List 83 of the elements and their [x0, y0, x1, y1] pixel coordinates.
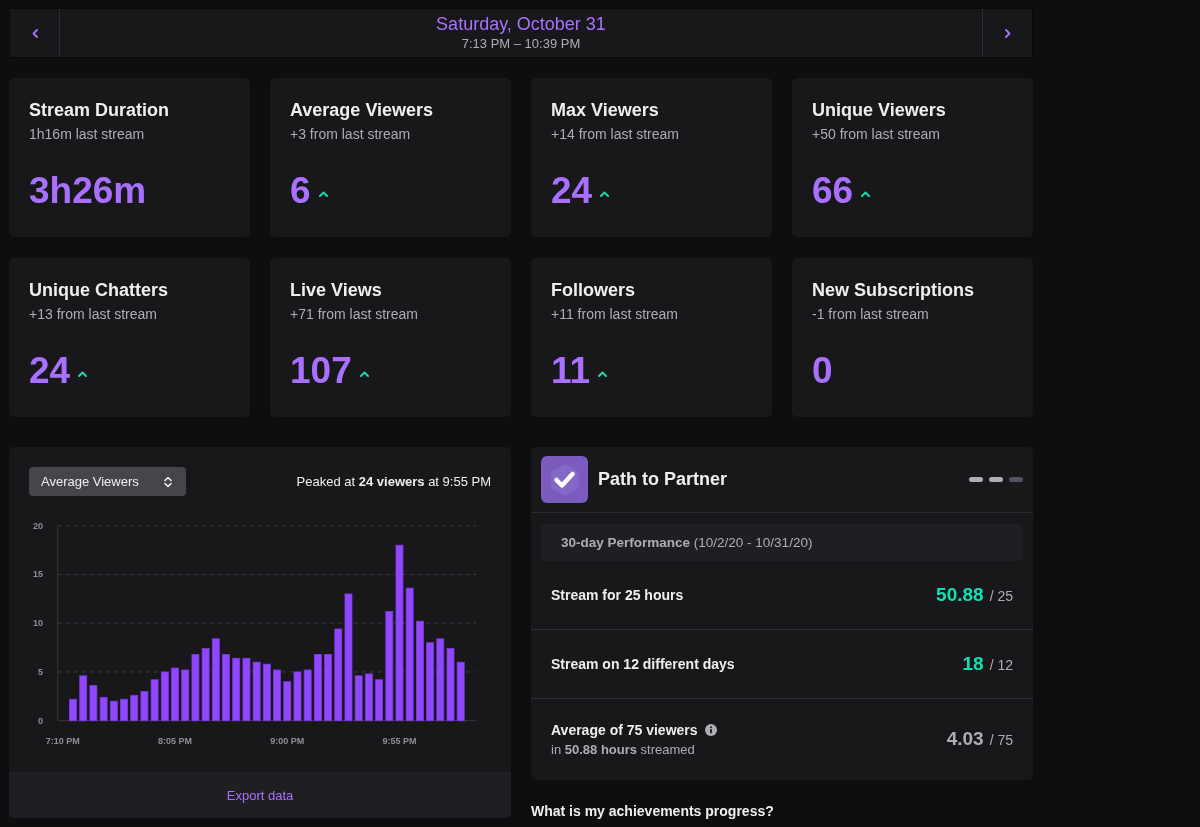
chart-bar [232, 657, 241, 722]
stat-value: 66 [812, 169, 854, 213]
chart-bar [262, 663, 271, 722]
chart-bar [130, 694, 139, 722]
stat-comparison: +50 from last stream [812, 125, 941, 143]
x-axis-label: 8:05 PM [158, 736, 193, 746]
chart-bar [222, 654, 230, 722]
chart-bar [283, 681, 292, 722]
goal-value: 50.88 [936, 584, 984, 606]
time-range: 7:13 PM – 10:39 PM [460, 36, 582, 52]
goal-value: 18 [962, 653, 984, 675]
stat-value: 0 [812, 349, 833, 393]
stat-comparison: +3 from last stream [290, 125, 412, 143]
stat-value: 6 [290, 169, 311, 213]
stat-value: 24 [29, 349, 71, 393]
chart-bar [313, 654, 322, 722]
chart-bar [140, 691, 149, 722]
chart-bar [303, 669, 312, 722]
y-axis-label: 10 [33, 618, 43, 629]
stat-title: Max Viewers [551, 99, 660, 121]
chevron-left-icon [31, 28, 38, 38]
stat-comparison: -1 from last stream [812, 305, 930, 323]
chart-bar [324, 654, 332, 722]
achievements-heading: What is my achievements progress? [531, 802, 775, 820]
chart-bar [99, 696, 108, 722]
goal-target: / 75 [989, 732, 1013, 748]
stat-comparison: +14 from last stream [551, 125, 680, 143]
stat-comparison: 1h16m last stream [29, 125, 146, 143]
date-title: Saturday, October 31 [435, 13, 607, 36]
chart-bar [160, 671, 169, 722]
x-axis-label: 9:00 PM [270, 736, 305, 746]
stat-value: 3h26m [29, 169, 147, 213]
chart-bar [79, 675, 88, 722]
goal-label: Stream for 25 hours [551, 587, 684, 603]
stat-title: Average Viewers [290, 99, 435, 121]
stat-title: Live Views [290, 279, 383, 301]
check-badge-icon [541, 456, 588, 503]
export-data-link[interactable]: Export data [222, 785, 298, 805]
stat-value: 11 [551, 349, 591, 393]
stat-comparison: +11 from last stream [551, 305, 679, 323]
chart-bar [120, 698, 128, 722]
performance-period: 30-day Performance (10/2/20 - 10/31/20) [541, 524, 1023, 561]
chevron-right-icon [1004, 28, 1011, 38]
chart-bar [191, 654, 200, 722]
stat-title: Stream Duration [29, 99, 171, 121]
info-icon[interactable] [704, 723, 717, 736]
y-axis-label: 15 [33, 569, 43, 580]
stat-title: Unique Viewers [812, 99, 947, 121]
stat-value: 107 [290, 349, 352, 393]
stat-comparison: +71 from last stream [290, 305, 419, 323]
chart-bar [242, 657, 251, 722]
goal-target: / 25 [989, 588, 1013, 604]
y-axis-label: 5 [38, 666, 43, 677]
panel-title: Path to Partner [598, 469, 728, 490]
up-down-chevron-icon [164, 475, 172, 488]
chart-bar [69, 698, 77, 722]
y-axis-label: 20 [33, 520, 43, 531]
goal-label: Average of 75 viewers [551, 721, 698, 738]
stat-title: New Subscriptions [812, 279, 976, 301]
goal-note: in 50.88 hours streamed [551, 741, 696, 757]
chart-bar [273, 669, 281, 722]
chart-bar [375, 679, 383, 722]
stat-value: 24 [551, 169, 593, 213]
chart-bar [109, 700, 118, 722]
x-axis-label: 9:55 PM [382, 736, 417, 746]
chart-bar [293, 671, 302, 722]
stat-comparison: +13 from last stream [29, 305, 158, 323]
chart-bar [456, 661, 465, 722]
chart-bar [252, 661, 261, 722]
x-axis-label: 7:10 PM [45, 736, 80, 746]
goal-label: Stream on 12 different days [551, 656, 735, 672]
chart-bar [89, 685, 98, 722]
chart-bar [171, 667, 179, 722]
chart-bar [181, 669, 190, 722]
goal-target: / 12 [989, 657, 1013, 673]
peak-note: Peaked at 24 viewers at 9:55 PM [296, 474, 491, 489]
stat-title: Unique Chatters [29, 279, 170, 301]
chart-bar [150, 679, 159, 722]
y-axis-label: 0 [38, 715, 43, 726]
metric-select[interactable]: Average Viewers [29, 467, 186, 496]
stat-title: Followers [551, 279, 636, 301]
chart-bar [364, 673, 373, 722]
goal-value: 4.03 [946, 728, 984, 750]
